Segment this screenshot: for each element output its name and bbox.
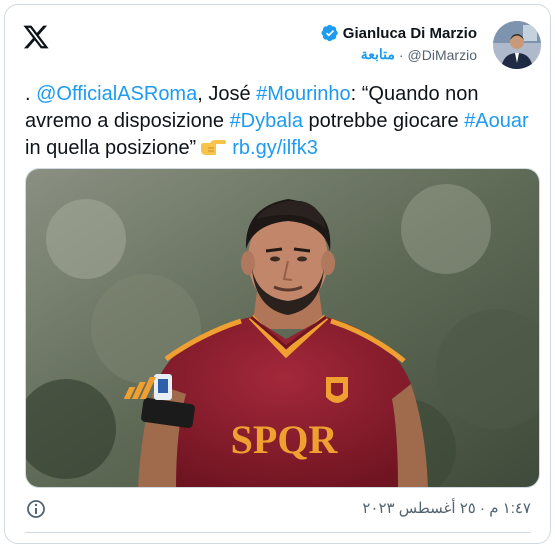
verified-badge-icon: [321, 24, 338, 42]
tweet-link[interactable]: rb.gy/ilfk3: [232, 137, 318, 159]
backhand-index-pointing-right-icon: [201, 140, 227, 155]
tweet-text-part-3: potrebbe giocare: [308, 110, 459, 132]
jersey-text: SPQR: [231, 417, 339, 462]
meta-separator: ·: [398, 46, 404, 63]
author-meta-row: متابعة · @DiMarzio: [321, 46, 477, 63]
tweet-timestamp[interactable]: ١:٤٧ م · ٢٥ أغسطس ٢٠٢٣: [362, 499, 531, 517]
hashtag-aouar[interactable]: #Aouar: [464, 110, 529, 132]
author-handle[interactable]: @DiMarzio: [408, 47, 477, 63]
tweet-text-part-4: in quella posizione”: [25, 137, 197, 159]
mention-link[interactable]: @OfficialASRoma: [36, 83, 197, 105]
footer-divider: [25, 532, 531, 533]
tweet-text-part-1: , José: [197, 83, 251, 105]
tweet-text: . @OfficialASRoma, José #Mourinho: “Quan…: [25, 81, 540, 162]
x-logo-icon[interactable]: [22, 23, 50, 51]
author-name-row: Gianluca Di Marzio: [321, 24, 477, 42]
tweet-card: Gianluca Di Marzio متابعة · @DiMarzio . …: [4, 4, 551, 544]
player-photo: SPQR: [26, 169, 539, 487]
author-info: Gianluca Di Marzio متابعة · @DiMarzio: [321, 24, 477, 63]
info-icon[interactable]: [26, 499, 46, 519]
hashtag-dybala[interactable]: #Dybala: [230, 110, 303, 132]
follow-button[interactable]: متابعة: [361, 46, 395, 63]
hashtag-mourinho[interactable]: #Mourinho: [256, 83, 351, 105]
author-display-name[interactable]: Gianluca Di Marzio: [343, 25, 477, 42]
tweet-prefix: .: [25, 83, 31, 105]
avatar-image: [493, 21, 541, 69]
avatar[interactable]: [493, 21, 541, 69]
tweet-media-photo[interactable]: SPQR: [25, 168, 540, 488]
